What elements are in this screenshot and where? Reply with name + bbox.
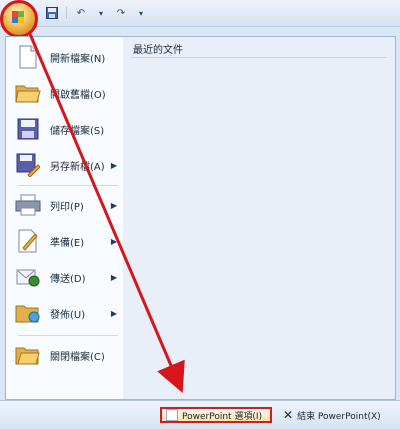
save-icon bbox=[14, 115, 42, 143]
menu-item-label: 發佈(U) bbox=[50, 309, 86, 321]
qat-tools: ↶ ▾ ↷ ▾ bbox=[44, 6, 149, 20]
undo-button[interactable]: ↶ bbox=[73, 6, 89, 20]
send-icon bbox=[14, 263, 42, 291]
new-file-icon bbox=[14, 43, 42, 71]
undo-dropdown[interactable]: ▾ bbox=[93, 6, 109, 20]
undo-icon: ↶ bbox=[76, 7, 86, 19]
customize-qat-button[interactable]: ▾ bbox=[133, 6, 149, 20]
submenu-arrow-icon: ▶ bbox=[110, 160, 117, 170]
menu-item-publish[interactable]: 發佈(U) ▶ bbox=[6, 297, 123, 329]
qat-separator bbox=[66, 7, 67, 19]
menu-item-new[interactable]: 開新檔案(N) bbox=[6, 41, 123, 73]
menu-item-prepare[interactable]: 準備(E) ▶ bbox=[6, 225, 123, 257]
menu-item-save[interactable]: 儲存檔案(S) bbox=[6, 113, 123, 145]
menu-item-close[interactable]: 關閉檔案(C) bbox=[6, 339, 123, 371]
office-menu: 開新檔案(N) 開啟舊檔(O) 儲存檔案(S) 另存新檔(A) ▶ 列印(P) … bbox=[5, 36, 396, 400]
menu-item-label: 關閉檔案(C) bbox=[50, 351, 105, 363]
menu-item-label: 開啟舊檔(O) bbox=[50, 89, 106, 101]
redo-button[interactable]: ↷ bbox=[113, 6, 129, 20]
submenu-arrow-icon: ▶ bbox=[110, 200, 117, 210]
callout-circle bbox=[0, 0, 38, 38]
menu-item-label: 儲存檔案(S) bbox=[50, 125, 105, 137]
powerpoint-options-button[interactable]: PowerPoint 選項(I) bbox=[160, 407, 272, 423]
menu-item-open[interactable]: 開啟舊檔(O) bbox=[6, 77, 123, 109]
menu-item-label: 列印(P) bbox=[50, 201, 84, 213]
submenu-arrow-icon: ▶ bbox=[110, 236, 117, 246]
menu-item-label: 開新檔案(N) bbox=[50, 53, 106, 65]
close-file-icon bbox=[14, 341, 42, 369]
floppy-icon bbox=[46, 7, 58, 19]
powerpoint-options-label: PowerPoint 選項(I) bbox=[182, 411, 263, 422]
save-quick-button[interactable] bbox=[44, 6, 60, 20]
open-folder-icon bbox=[14, 79, 42, 107]
customize-toolbar-icon: ▾ bbox=[138, 8, 143, 18]
menu-item-label: 準備(E) bbox=[50, 237, 85, 249]
redo-icon: ↷ bbox=[116, 7, 126, 19]
close-icon: ✕ bbox=[283, 408, 294, 422]
publish-icon bbox=[14, 299, 42, 327]
menu-item-label: 另存新檔(A) bbox=[50, 161, 105, 173]
menu-divider bbox=[18, 335, 118, 336]
submenu-arrow-icon: ▶ bbox=[110, 272, 117, 282]
prepare-icon bbox=[14, 227, 42, 255]
menu-item-save-as[interactable]: 另存新檔(A) ▶ bbox=[6, 149, 123, 181]
menu-divider bbox=[18, 185, 118, 186]
options-doc-icon bbox=[166, 409, 178, 421]
office-button[interactable] bbox=[0, 0, 40, 40]
menu-item-send[interactable]: 傳送(D) ▶ bbox=[6, 261, 123, 293]
quick-access-toolbar: ↶ ▾ ↷ ▾ bbox=[0, 0, 400, 38]
menu-footer: PowerPoint 選項(I) ✕ 結束 PowerPoint(X) bbox=[0, 400, 400, 429]
exit-powerpoint-label: 結束 PowerPoint(X) bbox=[297, 411, 381, 422]
menu-item-label: 傳送(D) bbox=[50, 273, 86, 285]
menu-commands: 開新檔案(N) 開啟舊檔(O) 儲存檔案(S) 另存新檔(A) ▶ 列印(P) … bbox=[6, 37, 124, 399]
save-as-icon bbox=[14, 151, 42, 179]
chevron-down-icon: ▾ bbox=[98, 8, 103, 18]
recent-title-divider bbox=[131, 57, 387, 58]
recent-documents-panel: 最近的文件 bbox=[123, 37, 395, 399]
menu-item-print[interactable]: 列印(P) ▶ bbox=[6, 189, 123, 221]
print-icon bbox=[14, 191, 42, 219]
recent-documents-title: 最近的文件 bbox=[133, 45, 183, 56]
submenu-arrow-icon: ▶ bbox=[110, 308, 117, 318]
exit-powerpoint-button[interactable]: ✕ 結束 PowerPoint(X) bbox=[283, 407, 381, 423]
